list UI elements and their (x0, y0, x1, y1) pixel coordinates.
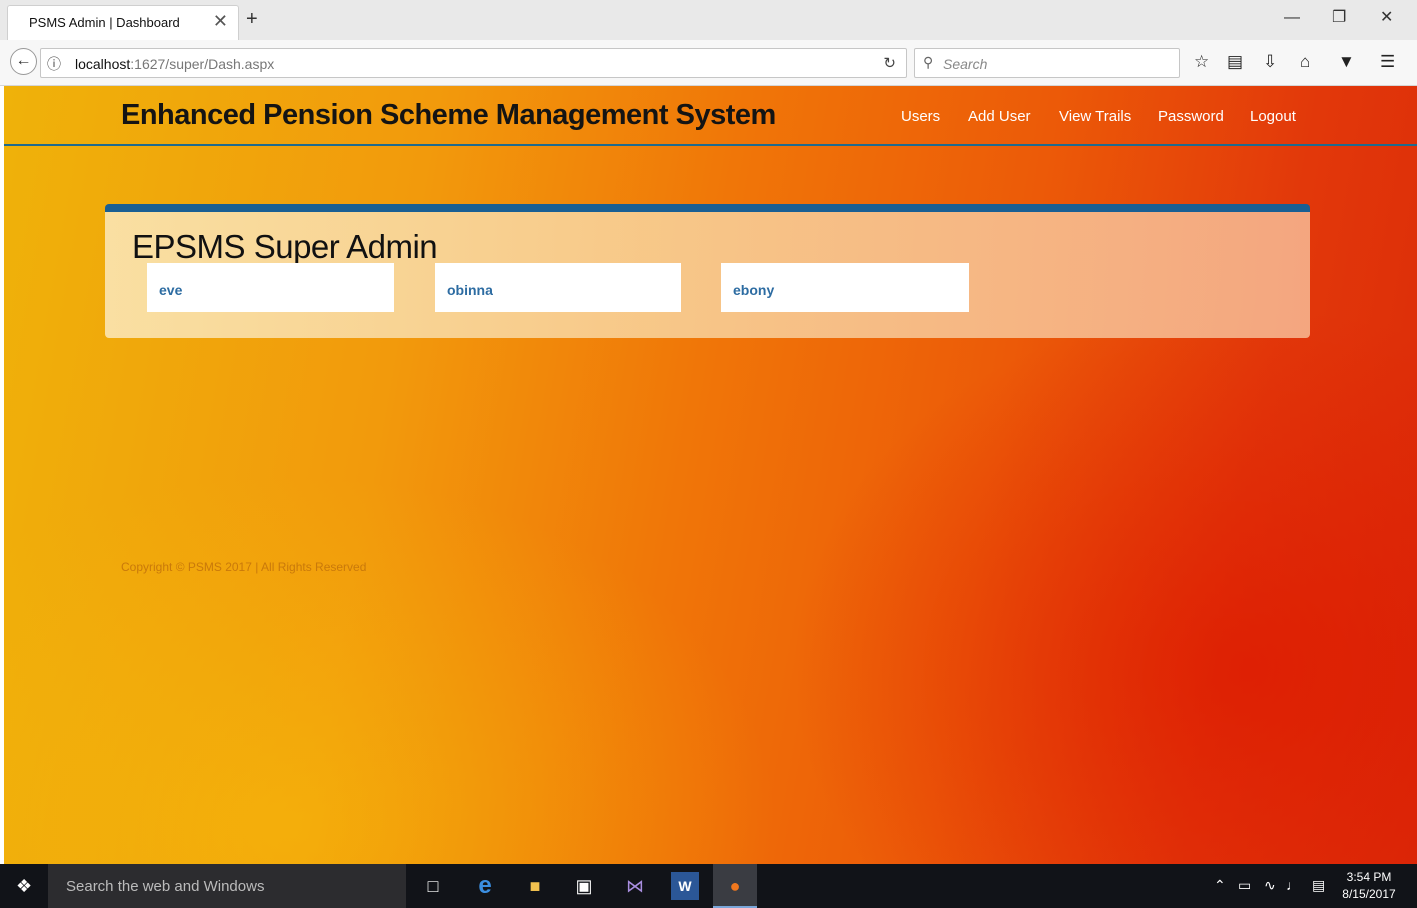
nav-users[interactable]: Users (901, 108, 940, 125)
url-bar[interactable]: ⓘ localhost:1627/super/Dash.aspx ↻ (40, 48, 907, 78)
back-arrow-icon[interactable]: ← (10, 48, 37, 75)
windows-start-icon[interactable]: ❖ (16, 876, 32, 897)
user-link[interactable]: ebony (733, 282, 774, 298)
download-icon[interactable]: ⇩ (1263, 52, 1277, 72)
copyright-text: Copyright © PSMS 2017 | All Rights Reser… (121, 560, 367, 574)
taskbar-search-placeholder: Search the web and Windows (66, 878, 265, 895)
menu-icon[interactable]: ☰ (1380, 52, 1395, 72)
info-icon[interactable]: ⓘ (47, 54, 61, 74)
browser-tab-strip: PSMS Admin | Dashboard ✕ + — ❐ ✕ (0, 0, 1417, 40)
edge-icon[interactable]: e (471, 872, 499, 900)
user-card[interactable]: ebony (721, 263, 969, 312)
site-header: Enhanced Pension Scheme Management Syste… (4, 86, 1417, 146)
home-icon[interactable]: ⌂ (1300, 52, 1310, 72)
clock-time: 3:54 PM (1346, 870, 1392, 884)
close-icon[interactable]: ✕ (213, 12, 228, 30)
wifi-icon[interactable]: ∿ (1264, 877, 1276, 894)
tray-chevron-icon[interactable]: ⌃ (1214, 877, 1226, 894)
minimize-icon[interactable]: — (1284, 8, 1300, 28)
volume-icon[interactable]: ♩ (1286, 877, 1300, 893)
user-card[interactable]: eve (147, 263, 394, 312)
nav-add-user[interactable]: Add User (968, 108, 1031, 125)
url-path: :1627/super/Dash.aspx (130, 56, 275, 72)
browser-toolbar: ← ⓘ localhost:1627/super/Dash.aspx ↻ ⚲ S… (0, 40, 1417, 86)
file-explorer-icon[interactable]: ■ (521, 872, 549, 900)
search-placeholder: Search (943, 56, 988, 72)
window-close-icon[interactable]: ✕ (1380, 8, 1393, 28)
taskbar-search-input[interactable]: Search the web and Windows (48, 864, 406, 908)
restore-icon[interactable]: ❐ (1332, 8, 1346, 28)
site-brand[interactable]: Enhanced Pension Scheme Management Syste… (121, 99, 776, 132)
search-icon: ⚲ (923, 54, 934, 70)
browser-tab[interactable]: PSMS Admin | Dashboard ✕ (7, 5, 239, 40)
reload-icon[interactable]: ↻ (883, 54, 896, 72)
browser-search-input[interactable]: ⚲ Search (914, 48, 1180, 78)
new-tab-button[interactable]: + (246, 9, 258, 29)
taskbar: ❖ Search the web and Windows □ e ■ ▣ ⋈ W… (0, 864, 1417, 908)
taskbar-clock[interactable]: 3:54 PM 8/15/2017 (1338, 869, 1400, 903)
clock-date: 8/15/2017 (1342, 887, 1396, 901)
pocket-icon[interactable]: ▼ (1338, 52, 1355, 72)
battery-icon[interactable]: ▭ (1238, 877, 1251, 894)
word-icon[interactable]: W (671, 872, 699, 900)
url-text: localhost:1627/super/Dash.aspx (75, 56, 274, 72)
visual-studio-icon[interactable]: ⋈ (621, 872, 649, 900)
nav-logout[interactable]: Logout (1250, 108, 1296, 125)
user-card[interactable]: obinna (435, 263, 681, 312)
admin-panel: EPSMS Super Admin eve obinna ebony (105, 204, 1310, 338)
bookmark-star-icon[interactable]: ☆ (1194, 52, 1209, 72)
user-link[interactable]: eve (159, 282, 182, 298)
tab-title: PSMS Admin | Dashboard (29, 15, 180, 30)
nav-password[interactable]: Password (1158, 108, 1224, 125)
nav-view-trails[interactable]: View Trails (1059, 108, 1131, 125)
panel-title: EPSMS Super Admin (132, 228, 438, 265)
store-icon[interactable]: ▣ (570, 872, 598, 900)
page-body: Enhanced Pension Scheme Management Syste… (4, 86, 1417, 864)
url-host: localhost (75, 56, 131, 72)
notification-icon[interactable]: ▤ (1312, 877, 1325, 894)
firefox-icon[interactable]: ● (713, 864, 757, 908)
reading-list-icon[interactable]: ▤ (1227, 52, 1243, 72)
user-link[interactable]: obinna (447, 282, 493, 298)
task-view-icon[interactable]: □ (419, 872, 447, 900)
